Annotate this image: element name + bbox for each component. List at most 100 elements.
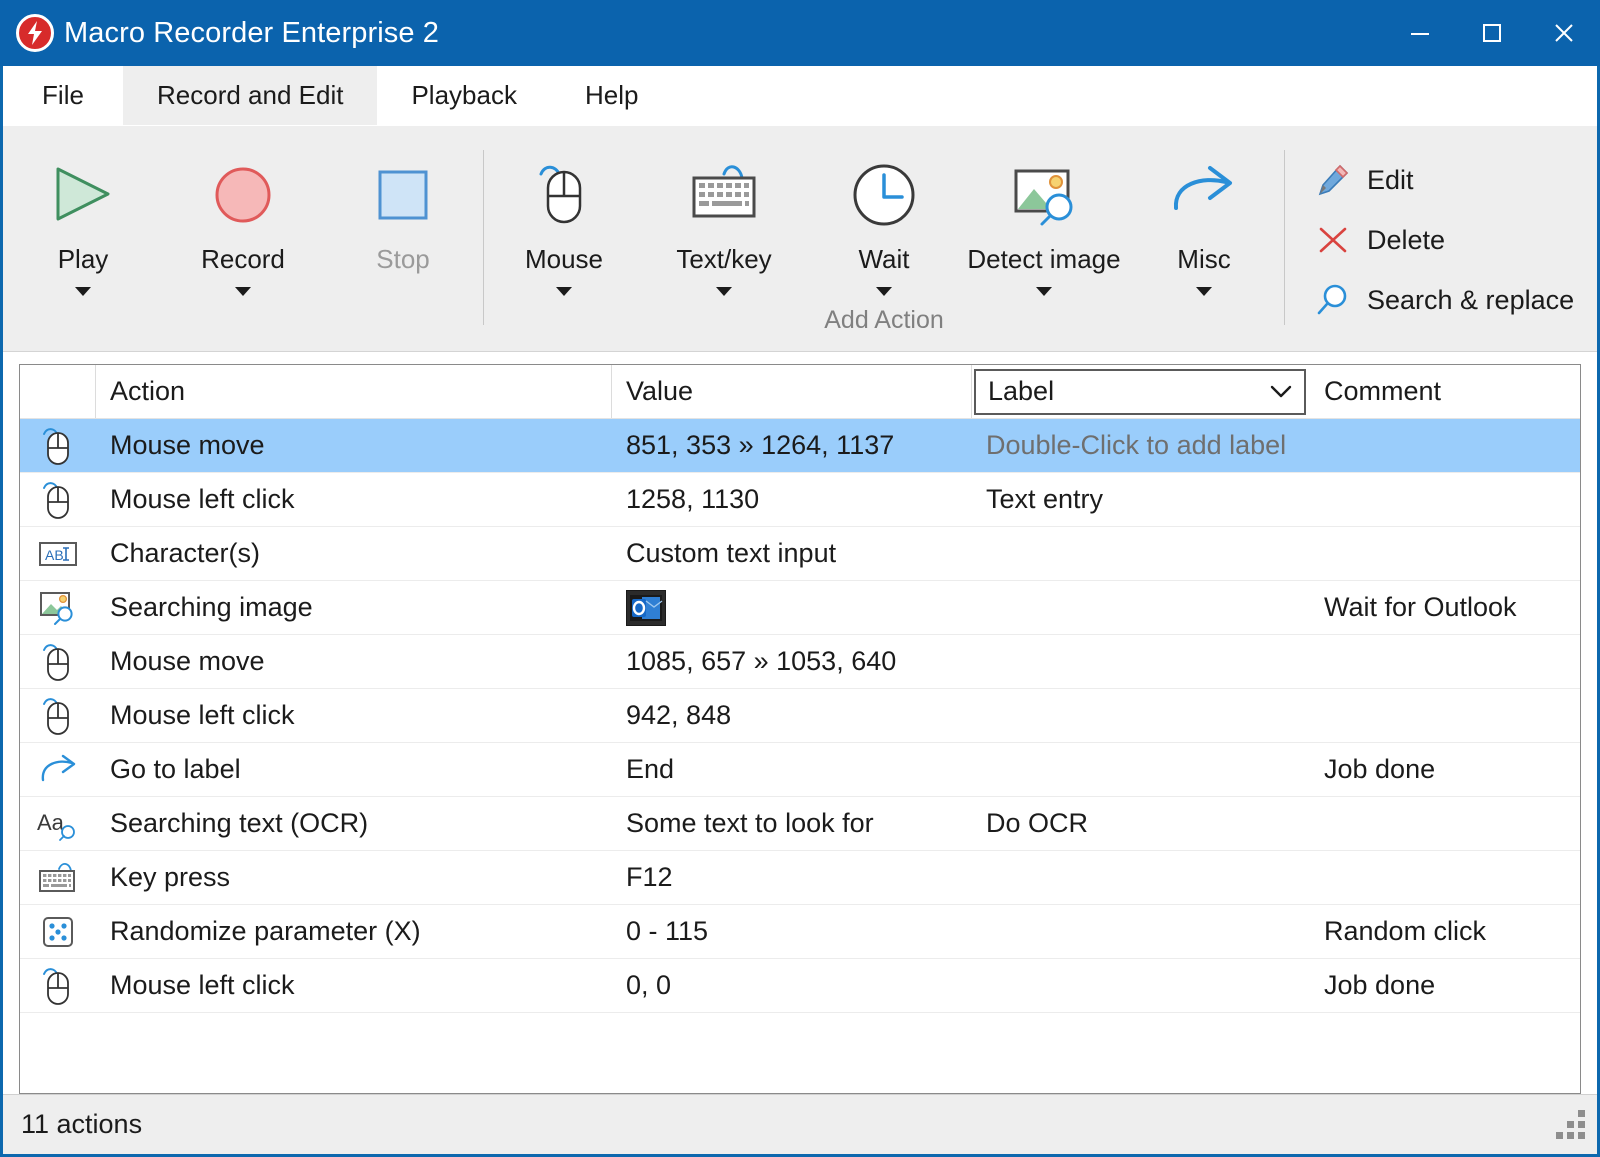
row-value: End — [612, 754, 972, 785]
misc-label: Misc — [1177, 244, 1230, 275]
table-row[interactable]: Mouse left click 1258, 1130 Text entry — [20, 473, 1580, 527]
row-icon-curved-arrow-icon — [20, 753, 96, 787]
record-dropdown-caret[interactable] — [235, 287, 251, 296]
table-row[interactable]: Mouse move 851, 353 » 1264, 1137 Double-… — [20, 419, 1580, 473]
magnifier-icon — [1313, 280, 1353, 320]
outlook-thumbnail-icon — [626, 590, 666, 626]
misc-dropdown-caret[interactable] — [1196, 287, 1212, 296]
window-controls — [1384, 0, 1600, 66]
row-value: 1085, 657 » 1053, 640 — [612, 646, 972, 677]
row-icon-mouse-icon — [20, 964, 96, 1008]
close-icon[interactable] — [1528, 0, 1600, 66]
row-action: Mouse left click — [96, 970, 612, 1001]
column-header-label: Label — [972, 365, 1310, 418]
row-comment: Job done — [1310, 754, 1580, 785]
play-triangle-icon — [52, 158, 114, 232]
wait-label: Wait — [858, 244, 909, 275]
edit-button[interactable]: Edit — [1313, 160, 1574, 200]
search-replace-button[interactable]: Search & replace — [1313, 280, 1574, 320]
tab-file[interactable]: File — [3, 66, 123, 125]
wait-dropdown-caret[interactable] — [876, 287, 892, 296]
row-comment: Wait for Outlook — [1310, 592, 1580, 623]
row-action: Character(s) — [96, 538, 612, 569]
table-row[interactable]: Mouse left click 0, 0 Job done — [20, 959, 1580, 1013]
row-action: Mouse move — [96, 646, 612, 677]
table-row[interactable]: Mouse left click 942, 848 — [20, 689, 1580, 743]
row-action: Go to label — [96, 754, 612, 785]
list-body: Mouse move 851, 353 » 1264, 1137 Double-… — [20, 419, 1580, 1093]
play-button[interactable]: Play — [3, 136, 163, 351]
mouse-dropdown-caret[interactable] — [556, 287, 572, 296]
actions-list: Action Value Label Comment Mouse move 85 — [19, 364, 1581, 1094]
row-value-thumbnail — [612, 590, 972, 626]
stop-label: Stop — [376, 244, 430, 275]
svg-text:Aa: Aa — [37, 810, 65, 835]
pencil-icon — [1313, 160, 1353, 200]
keyboard-icon — [684, 158, 764, 232]
chevron-down-icon — [1268, 384, 1294, 400]
tab-playback[interactable]: Playback — [377, 66, 551, 125]
row-comment: Random click — [1310, 916, 1580, 947]
mouse-label: Mouse — [525, 244, 603, 275]
row-action: Key press — [96, 862, 612, 893]
row-value: 1258, 1130 — [612, 484, 972, 515]
row-icon-mouse-icon — [20, 640, 96, 684]
play-label: Play — [58, 244, 109, 275]
edit-label: Edit — [1367, 165, 1414, 196]
row-icon-mouse-icon — [20, 694, 96, 738]
label-filter-value: Label — [988, 376, 1268, 407]
column-header-action[interactable]: Action — [96, 365, 612, 418]
row-value: Some text to look for — [612, 808, 972, 839]
row-action: Searching text (OCR) — [96, 808, 612, 839]
row-label[interactable]: Do OCR — [972, 808, 1310, 839]
column-header-icon — [20, 365, 96, 418]
row-value: 942, 848 — [612, 700, 972, 731]
minimize-icon[interactable] — [1384, 0, 1456, 66]
delete-label: Delete — [1367, 225, 1445, 256]
record-label: Record — [201, 244, 285, 275]
stop-square-icon — [376, 158, 430, 232]
svg-text:AB: AB — [45, 547, 64, 563]
play-dropdown-caret[interactable] — [75, 287, 91, 296]
textkey-dropdown-caret[interactable] — [716, 287, 732, 296]
row-action: Randomize parameter (X) — [96, 916, 612, 947]
row-icon-mouse-icon — [20, 478, 96, 522]
curved-arrow-icon — [1166, 158, 1242, 232]
table-row[interactable]: Key press F12 — [20, 851, 1580, 905]
column-header-comment[interactable]: Comment — [1310, 365, 1580, 418]
table-row[interactable]: Aa Searching text (OCR) Some text to loo… — [20, 797, 1580, 851]
list-header: Action Value Label Comment — [20, 365, 1580, 419]
label-filter-combobox[interactable]: Label — [974, 369, 1306, 415]
column-header-value[interactable]: Value — [612, 365, 972, 418]
row-icon-mouse-icon — [20, 424, 96, 468]
tab-record-and-edit[interactable]: Record and Edit — [123, 66, 377, 125]
title-bar: Macro Recorder Enterprise 2 — [0, 0, 1600, 66]
row-value: 851, 353 » 1264, 1137 — [612, 430, 972, 461]
image-search-icon — [1004, 158, 1084, 232]
tab-help[interactable]: Help — [551, 66, 672, 125]
record-circle-icon — [212, 158, 274, 232]
table-row[interactable]: Go to label End Job done — [20, 743, 1580, 797]
row-label[interactable]: Double-Click to add label — [972, 430, 1310, 461]
table-row[interactable]: Randomize parameter (X) 0 - 115 Random c… — [20, 905, 1580, 959]
detect-image-dropdown-caret[interactable] — [1036, 287, 1052, 296]
row-value: Custom text input — [612, 538, 972, 569]
table-row[interactable]: Searching image Wait for Outlook — [20, 581, 1580, 635]
status-bar: 11 actions — [3, 1094, 1597, 1154]
add-action-group-label: Add Action — [484, 306, 1284, 335]
row-icon-keyboard-icon — [20, 860, 96, 896]
record-button[interactable]: Record — [163, 136, 323, 351]
table-row[interactable]: Mouse move 1085, 657 » 1053, 640 — [20, 635, 1580, 689]
ribbon-group-add-action: Mouse Text/key — [484, 136, 1284, 351]
search-replace-label: Search & replace — [1367, 285, 1574, 316]
lightning-bolt-circle-icon — [16, 14, 54, 52]
row-icon-image-search-icon — [20, 589, 96, 627]
row-label[interactable]: Text entry — [972, 484, 1310, 515]
row-value: 0 - 115 — [612, 916, 972, 947]
delete-button[interactable]: Delete — [1313, 220, 1574, 260]
maximize-icon[interactable] — [1456, 0, 1528, 66]
resize-grip-icon[interactable] — [1551, 1110, 1585, 1144]
table-row[interactable]: AB Character(s) Custom text input — [20, 527, 1580, 581]
ribbon-tabs: File Record and Edit Playback Help — [3, 66, 1597, 126]
row-icon-abi-textbox-icon: AB — [20, 539, 96, 569]
